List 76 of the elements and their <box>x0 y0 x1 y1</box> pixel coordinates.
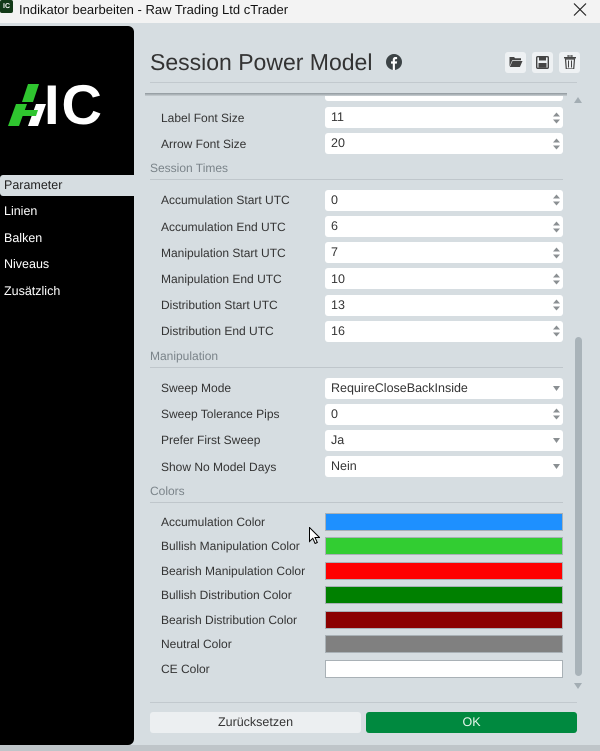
caret-icon[interactable] <box>553 438 560 443</box>
save-button[interactable] <box>532 52 553 72</box>
field-label: Manipulation End UTC <box>161 270 283 288</box>
ok-button[interactable]: OK <box>366 712 577 733</box>
reset-button[interactable]: Zurücksetzen <box>150 712 361 733</box>
sidebar-tab[interactable]: Parameter <box>0 175 134 196</box>
trash-icon <box>564 55 576 69</box>
color-picker-field[interactable] <box>325 635 563 654</box>
field-label: Accumulation Color <box>161 514 266 531</box>
folder-button[interactable] <box>505 52 526 72</box>
field-label: Bearish Distribution Color <box>161 612 298 629</box>
sidebar-tab[interactable]: Balken <box>0 228 134 249</box>
field-label: Prefer First Sweep <box>161 432 262 450</box>
field-label: Show No Model Days <box>161 458 278 476</box>
sidebar-tab[interactable]: Linien <box>0 201 134 222</box>
number-field[interactable]: 0 <box>325 190 563 211</box>
field-label: Neutral Color <box>161 636 233 654</box>
sidebar-tab[interactable]: Zusätzlich <box>0 280 134 302</box>
color-picker-field[interactable] <box>325 512 563 531</box>
mouse-pointer-icon <box>309 527 320 544</box>
scroll-down-arrow-icon[interactable] <box>574 683 582 689</box>
number-field[interactable]: 7 <box>325 242 563 264</box>
scroll-up-arrow-icon[interactable] <box>574 97 582 103</box>
caret-icon[interactable] <box>553 464 560 470</box>
field-label: Manipulation Start UTC <box>161 244 287 262</box>
field-label: Sweep Tolerance Pips <box>161 406 281 424</box>
spin-arrows-icon[interactable] <box>553 325 560 338</box>
delete-button[interactable] <box>559 52 580 72</box>
caret-icon[interactable] <box>553 386 560 390</box>
number-field[interactable]: 13 <box>325 294 563 316</box>
section-heading: Session Times <box>150 161 228 178</box>
scrollbar-thumb[interactable] <box>574 337 582 676</box>
window-title: Indikator bearbeiten - Raw Trading Ltd cTrader <box>19 1 288 19</box>
dropdown[interactable]: Nein <box>325 456 563 478</box>
spin-arrows-icon[interactable] <box>553 220 560 233</box>
color-picker-field[interactable] <box>325 586 563 604</box>
close-icon[interactable] <box>573 3 587 16</box>
field-label: Label Font Size <box>161 110 246 126</box>
number-field[interactable]: 0 <box>325 404 563 425</box>
section-heading: Manipulation <box>150 349 218 365</box>
dropdown[interactable]: Ja <box>325 430 563 451</box>
field-label: Bearish Manipulation Color <box>161 562 306 580</box>
number-field[interactable]: 10 <box>325 268 563 290</box>
field-label: Bullish Manipulation Color <box>161 538 301 556</box>
cut-off-field[interactable] <box>325 96 563 101</box>
dropdown[interactable]: RequireCloseBackInside <box>325 378 563 398</box>
spin-arrows-icon[interactable] <box>553 272 560 285</box>
number-field[interactable]: 20 <box>325 133 563 154</box>
spin-arrows-icon[interactable] <box>553 299 560 312</box>
field-label: Accumulation Start UTC <box>161 192 291 210</box>
number-field[interactable]: 16 <box>325 320 563 342</box>
field-label: Distribution End UTC <box>161 323 275 340</box>
number-field[interactable]: 11 <box>325 107 563 128</box>
logo-mark-icon <box>8 84 46 126</box>
color-picker-field[interactable] <box>325 562 563 580</box>
panel-title: Session Power Model <box>150 48 372 76</box>
spin-arrows-icon[interactable] <box>553 246 560 259</box>
spin-arrows-icon[interactable] <box>553 194 560 206</box>
color-picker-field[interactable] <box>325 537 563 556</box>
logo-text: IC <box>44 76 104 132</box>
field-label: Bullish Distribution Color <box>161 587 293 604</box>
field-label: CE Color <box>161 660 211 678</box>
sidebar-tab[interactable]: Niveaus <box>0 254 134 276</box>
spin-arrows-icon[interactable] <box>553 112 560 124</box>
field-label: Sweep Mode <box>161 380 232 397</box>
facebook-icon[interactable] <box>386 54 402 70</box>
field-label: Distribution Start UTC <box>161 297 279 314</box>
section-heading: Colors <box>150 484 185 500</box>
color-picker-field[interactable] <box>325 660 563 678</box>
spin-arrows-icon[interactable] <box>553 408 560 420</box>
spin-arrows-icon[interactable] <box>553 138 560 150</box>
folder-icon <box>508 56 522 68</box>
field-label: Accumulation End UTC <box>161 218 287 236</box>
field-label: Arrow Font Size <box>161 136 248 153</box>
color-picker-field[interactable] <box>325 610 563 629</box>
number-field[interactable]: 6 <box>325 216 563 238</box>
